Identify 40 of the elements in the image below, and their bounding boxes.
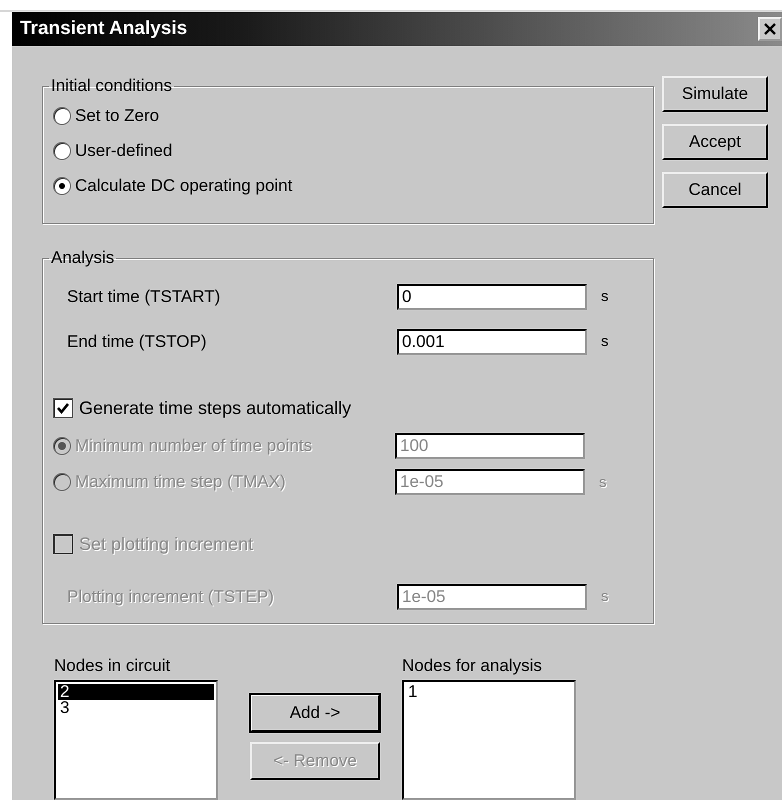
node-list[interactable]: 2 3 [54,680,218,800]
list-button[interactable]: Add -> [250,694,380,732]
unit-label: s [599,474,606,490]
radio-button[interactable] [53,176,71,194]
option-label: Calculate DC operating point [75,176,292,196]
group-title: Analysis [50,248,116,268]
field-label: Start time (TSTART) [66,286,222,306]
checkbox-label: Set plotting increment [78,534,254,554]
checkbox[interactable] [53,398,73,418]
unit-label: s [601,588,608,605]
dialog-button[interactable]: Simulate [662,76,768,112]
option-label: Set to Zero [75,106,160,126]
close-button[interactable] [758,17,782,41]
radio-option[interactable]: User-defined [53,133,641,168]
list-item[interactable]: 2 [58,684,214,700]
check-icon [56,401,70,415]
list-label: Nodes in circuit [54,656,172,676]
dialog-button[interactable]: Accept [662,124,768,160]
field-label: End time (TSTOP) [66,332,208,352]
unit-label: s [601,333,608,350]
node-list[interactable]: 1 [402,680,576,800]
radio-label: Maximum time step (TMAX) [74,472,287,492]
window-title: Transient Analysis [19,18,188,40]
dialog-button[interactable]: Cancel [662,172,768,208]
radio-option[interactable]: Calculate DC operating point [53,168,641,203]
input-field[interactable]: 0.001 [397,328,587,354]
radio-option[interactable]: Set to Zero [53,98,641,133]
unit-label: s [601,288,608,305]
option-label: User-defined [75,140,172,160]
list-item[interactable]: 3 [58,700,214,716]
radio-button[interactable] [53,106,71,124]
radio-label: Minimum number of time points [74,436,314,456]
close-icon [763,22,777,36]
list-label: Nodes for analysis [402,656,543,676]
list-item[interactable]: 1 [406,684,572,700]
input-field[interactable]: 0 [397,284,587,310]
field-label: Plotting increment (TSTEP) [66,586,275,606]
checkbox-label: Generate time steps automatically [78,398,352,418]
group-title: Initial conditions [50,76,173,96]
radio-button[interactable] [53,142,71,160]
